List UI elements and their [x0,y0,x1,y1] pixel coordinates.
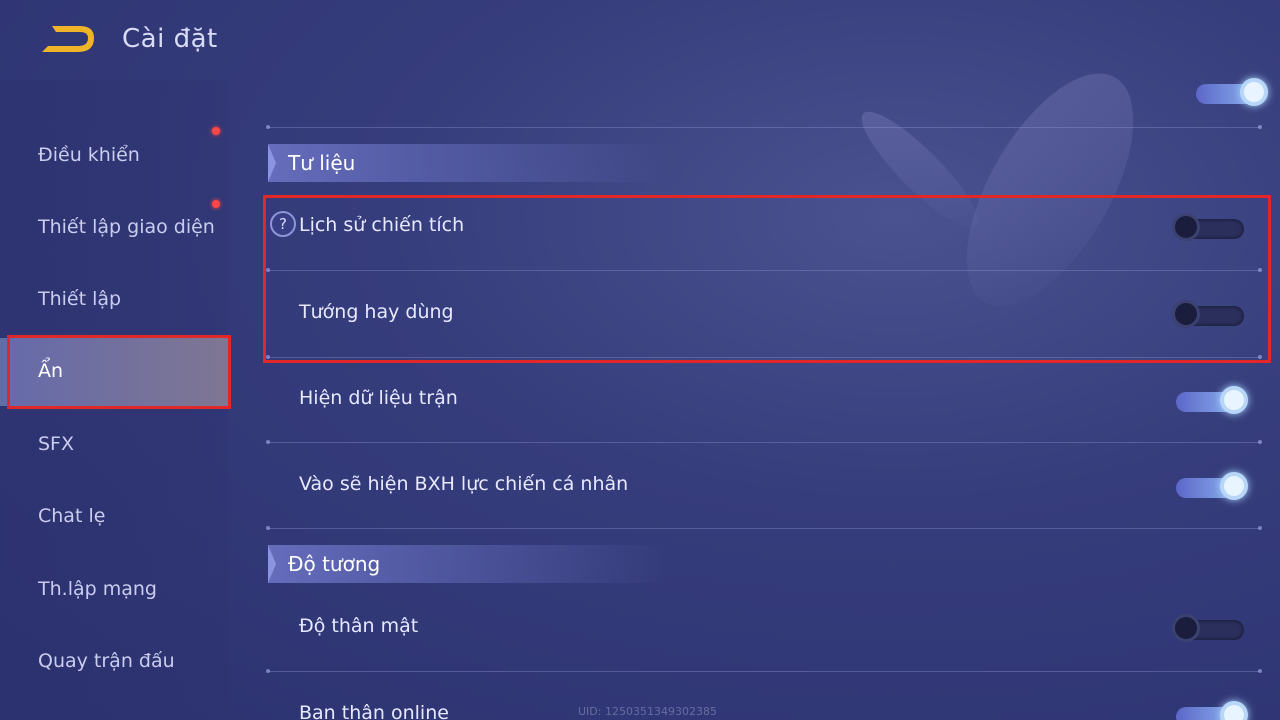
sidebar-item-thiet-lap-giao-dien[interactable]: Thiết lập giao diện [0,198,228,258]
setting-label: Tướng hay dùng [299,301,454,323]
setting-row-bxh-luc-chien: Vào sẽ hiện BXH lực chiến cá nhân [268,443,1260,529]
toggle-switch[interactable] [1172,472,1248,500]
sidebar-item-quay-tran-dau[interactable]: Quay trận đấu [0,632,228,692]
sidebar-item-label: Điều khiển [38,144,140,166]
sidebar: Điều khiển Thiết lập giao diện Thiết lập… [0,80,228,720]
divider [266,125,1262,129]
setting-row-do-than-mat: Độ thân mật [268,585,1260,671]
sidebar-item-label: Thiết lập [38,288,122,310]
setting-row-lich-su-chien-tich: ? Lịch sử chiến tích [268,184,1260,270]
toggle-knob [1240,78,1268,106]
toggle-knob [1220,386,1248,414]
section-header-tu-lieu: Tư liệu [268,144,668,182]
header: Cài đặt [0,0,1280,80]
sidebar-item-th-lap-mang[interactable]: Th.lập mạng [0,560,228,620]
setting-row-ban-than-online: Bạn thân online [268,672,1260,720]
toggle-switch[interactable] [1172,213,1248,241]
toggle-switch[interactable] [1172,614,1248,642]
toggle-switch[interactable] [1172,300,1248,328]
uid-label: UID: 1250351349302385 [578,705,717,718]
setting-label: Vào sẽ hiện BXH lực chiến cá nhân [299,473,629,495]
sidebar-item-label: SFX [38,433,75,455]
sidebar-item-sfx[interactable]: SFX [0,415,228,475]
toggle-knob [1220,472,1248,500]
setting-row-hien-du-lieu-tran: Hiện dữ liệu trận [268,357,1260,443]
settings-content: Tư liệu ? Lịch sử chiến tích Tướng hay d… [228,78,1280,720]
notification-badge [212,127,220,135]
page-title: Cài đặt [122,24,218,54]
toggle-knob [1220,701,1248,720]
section-title: Tư liệu [288,151,356,175]
setting-label: Lịch sử chiến tích [299,214,465,236]
sidebar-item-label: Ẩn [38,360,64,382]
section-title: Độ tương [288,552,381,576]
toggle-knob [1172,213,1200,241]
sidebar-item-thiet-lap[interactable]: Thiết lập [0,270,228,330]
sidebar-item-chat-le[interactable]: Chat lẹ [0,487,228,547]
setting-label: Hiện dữ liệu trận [299,387,458,409]
toggle-knob [1172,614,1200,642]
sidebar-item-dieu-khien[interactable]: Điều khiển [0,126,228,186]
section-header-do-tuong: Độ tương [268,545,668,583]
setting-label: Độ thân mật [299,615,419,637]
back-arrow-icon [42,26,94,52]
sidebar-item-an[interactable]: Ẩn [0,338,228,406]
sidebar-item-label: Chat lẹ [38,505,106,527]
help-icon[interactable]: ? [270,211,296,237]
toggle-switch[interactable] [1172,701,1248,720]
back-button[interactable] [38,22,98,58]
sidebar-item-label: Quay trận đấu [38,650,175,672]
sidebar-item-label: Th.lập mạng [38,578,157,600]
notification-badge [212,200,220,208]
setting-row-tuong-hay-dung: Tướng hay dùng [268,271,1260,357]
toggle-knob [1172,300,1200,328]
divider [266,526,1262,530]
toggle-switch[interactable] [1172,386,1248,414]
sidebar-item-label: Thiết lập giao diện [38,216,215,238]
setting-label: Bạn thân online [299,702,449,720]
toggle-switch[interactable] [1192,78,1268,106]
